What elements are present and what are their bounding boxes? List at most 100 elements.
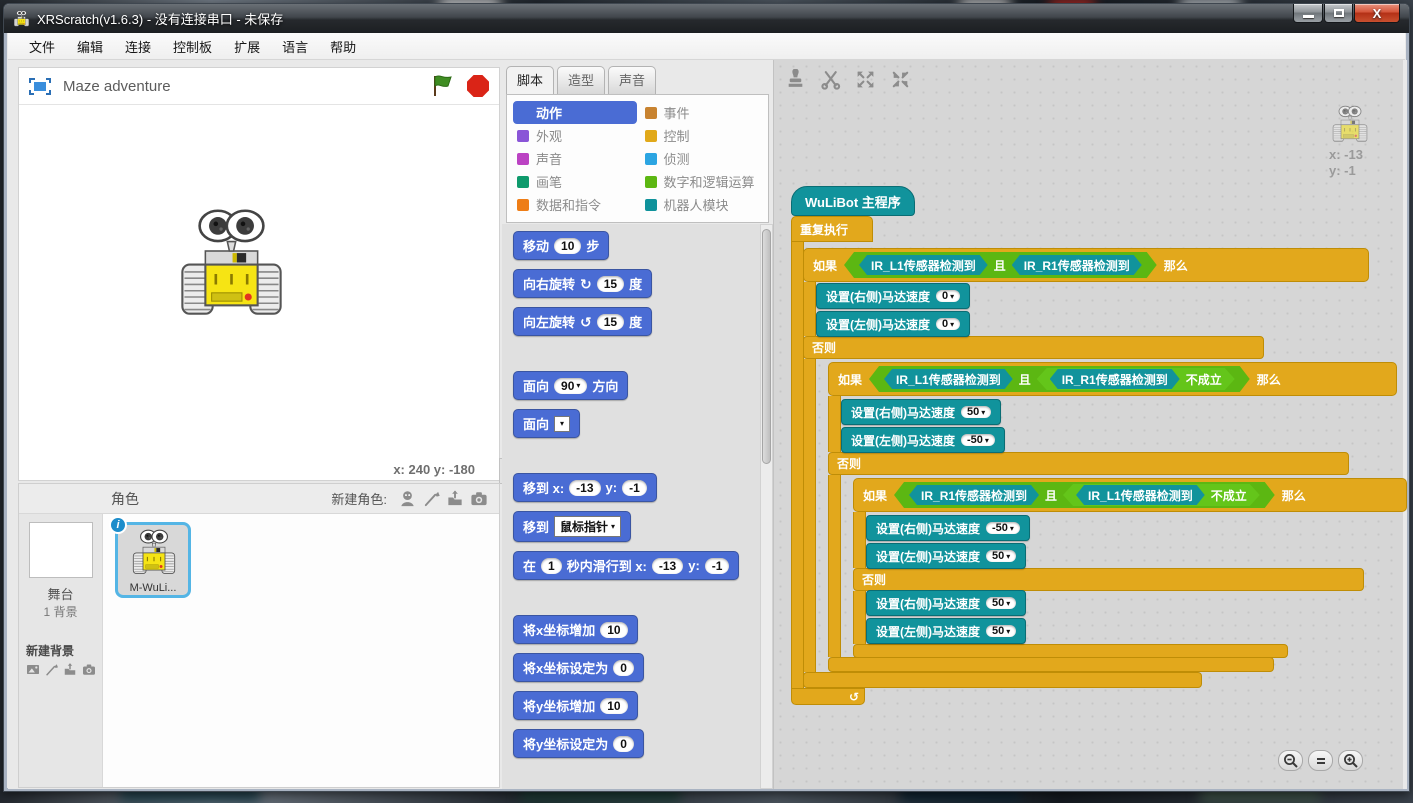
not-operator-2[interactable]: IR_R1传感器检测到 不成立 — [1037, 368, 1235, 390]
if-block-2-arm[interactable] — [828, 396, 841, 452]
script-area[interactable]: x: -13 y: -1 WuLiBot 主程序 重复执行 ↺ 如果 IR_L1… — [773, 60, 1403, 789]
sensor-block-ir-l1[interactable]: IR_L1传感器检测到 — [884, 369, 1013, 389]
if-block-2-arm2[interactable] — [828, 475, 841, 657]
if-block-3-else-bar[interactable]: 否则 — [853, 568, 1364, 591]
palette-scrollbar-thumb[interactable] — [762, 229, 771, 464]
sprite-thumbnail-selected[interactable]: i M-WuLi... — [115, 522, 191, 598]
palette-block[interactable]: 将x坐标增加10 — [513, 615, 638, 644]
category-item[interactable]: 数字和逻辑运算 — [641, 170, 765, 193]
number-input[interactable]: 10 — [554, 238, 581, 254]
number-input[interactable]: -13 — [652, 558, 683, 574]
forever-block-header[interactable]: 重复执行 — [791, 216, 873, 242]
zoom-in-button[interactable] — [1338, 750, 1363, 771]
category-item[interactable]: 外观 — [513, 124, 637, 147]
menu-item[interactable]: 编辑 — [66, 33, 114, 60]
if-block-3-arm2[interactable] — [853, 591, 866, 644]
grow-icon[interactable] — [854, 68, 876, 90]
stage-sprite-robot[interactable] — [179, 205, 284, 320]
stamp-icon[interactable] — [784, 68, 806, 90]
number-input[interactable]: -13 — [569, 480, 600, 496]
dropdown-menu-input[interactable]: ▾ — [554, 416, 570, 432]
dropdown-input[interactable]: 90▾ — [554, 378, 587, 394]
if-block-1-arm2[interactable] — [803, 359, 816, 672]
stop-button[interactable] — [467, 75, 489, 97]
sensor-block-ir-l1[interactable]: IR_L1传感器检测到 — [1076, 485, 1205, 505]
category-item[interactable]: 事件 — [641, 101, 765, 124]
menu-item[interactable]: 语言 — [271, 33, 319, 60]
if-block-3-close-bar[interactable] — [853, 644, 1288, 658]
motor-block[interactable]: 设置(右侧)马达速度0▾ — [816, 283, 970, 309]
palette-block[interactable]: 移到 x:-13y:-1 — [513, 473, 657, 502]
if-block-3-arm[interactable] — [853, 512, 866, 568]
motor-block[interactable]: 设置(右侧)马达速度-50▾ — [866, 515, 1030, 541]
palette-block[interactable]: 将y坐标增加10 — [513, 691, 638, 720]
if-block-2-close-bar[interactable] — [828, 657, 1274, 672]
number-input[interactable]: 0 — [613, 660, 634, 676]
category-item[interactable]: 声音 — [513, 147, 637, 170]
palette-block[interactable]: 向右旋转↻15度 — [513, 269, 652, 298]
backdrop-library-button[interactable] — [25, 662, 41, 680]
category-item[interactable]: 控制 — [641, 124, 765, 147]
maximize-button[interactable] — [1324, 4, 1353, 23]
number-input[interactable]: -1 — [622, 480, 647, 496]
sensor-block-ir-r1[interactable]: IR_R1传感器检测到 — [909, 485, 1039, 505]
menu-item[interactable]: 控制板 — [162, 33, 223, 60]
palette-block[interactable]: 将x坐标设定为0 — [513, 653, 644, 682]
upload-sprite-button[interactable] — [443, 488, 467, 510]
paint-new-sprite-button[interactable] — [419, 488, 443, 510]
and-operator-1[interactable]: IR_L1传感器检测到 且 IR_R1传感器检测到 — [844, 252, 1157, 278]
palette-block[interactable]: 面向90▾方向 — [513, 371, 628, 400]
dropdown-menu-input[interactable]: 鼠标指针▾ — [554, 516, 621, 537]
stage-canvas[interactable] — [19, 105, 499, 462]
if-block-1-close-bar[interactable] — [803, 672, 1202, 688]
palette-block[interactable]: 在1秒内滑行到 x:-13y:-1 — [513, 551, 739, 580]
upload-backdrop-button[interactable] — [62, 662, 78, 680]
number-input[interactable]: 0 — [613, 736, 634, 752]
category-item[interactable]: 数据和指令 — [513, 193, 637, 216]
close-button[interactable]: X — [1354, 4, 1400, 23]
scissors-icon[interactable] — [819, 68, 841, 90]
if-block-1-arm[interactable] — [803, 282, 816, 336]
motor-block[interactable]: 设置(右侧)马达速度50▾ — [866, 590, 1026, 616]
if-block-2-header[interactable]: 如果 IR_L1传感器检测到 且 IR_R1传感器检测到 不成立 那么 — [828, 362, 1397, 396]
paint-backdrop-button[interactable] — [44, 662, 59, 680]
motor-block[interactable]: 设置(左侧)马达速度50▾ — [866, 543, 1026, 569]
tab-costumes[interactable]: 造型 — [557, 66, 605, 94]
hat-block-wulibot-main[interactable]: WuLiBot 主程序 — [791, 186, 915, 216]
palette-block[interactable]: 向左旋转↺15度 — [513, 307, 652, 336]
fullscreen-icon[interactable] — [29, 78, 51, 95]
number-input[interactable]: 10 — [600, 698, 627, 714]
palette-block[interactable]: 将y坐标设定为0 — [513, 729, 644, 758]
number-input[interactable]: 15 — [597, 314, 624, 330]
if-block-3-header[interactable]: 如果 IR_R1传感器检测到 且 IR_L1传感器检测到 不成立 那么 — [853, 478, 1407, 512]
number-input[interactable]: -1 — [705, 558, 730, 574]
forever-block-bottom[interactable]: ↺ — [791, 688, 865, 705]
motor-block[interactable]: 设置(左侧)马达速度-50▾ — [841, 427, 1005, 453]
new-sprite-library-button[interactable] — [395, 488, 419, 510]
if-block-1-header[interactable]: 如果 IR_L1传感器检测到 且 IR_R1传感器检测到 那么 — [803, 248, 1369, 282]
number-input[interactable]: 15 — [597, 276, 624, 292]
tab-scripts[interactable]: 脚本 — [506, 66, 554, 94]
palette-block[interactable]: 移动10步 — [513, 231, 609, 260]
menu-item[interactable]: 帮助 — [319, 33, 367, 60]
category-item[interactable]: 动作 — [513, 101, 637, 124]
if-block-1-else-bar[interactable]: 否则 — [803, 336, 1264, 359]
and-operator-2[interactable]: IR_L1传感器检测到 且 IR_R1传感器检测到 不成立 — [869, 366, 1250, 392]
sprite-info-icon[interactable]: i — [109, 516, 127, 534]
sensor-block-ir-r1[interactable]: IR_R1传感器检测到 — [1050, 369, 1180, 389]
minimize-button[interactable] — [1293, 4, 1323, 23]
motor-block[interactable]: 设置(左侧)马达速度50▾ — [866, 618, 1026, 644]
zoom-out-button[interactable] — [1278, 750, 1303, 771]
shrink-icon[interactable] — [889, 68, 911, 90]
title-bar[interactable]: XRScratch(v1.6.3) - 没有连接串口 - 未保存 X — [4, 4, 1409, 33]
number-input[interactable]: 1 — [541, 558, 562, 574]
sensor-block-ir-r1[interactable]: IR_R1传感器检测到 — [1012, 255, 1142, 275]
not-operator-3[interactable]: IR_L1传感器检测到 不成立 — [1063, 484, 1260, 506]
green-flag-button[interactable] — [431, 74, 455, 98]
stage-thumbnail[interactable] — [29, 522, 93, 578]
category-item[interactable]: 画笔 — [513, 170, 637, 193]
number-input[interactable]: 10 — [600, 622, 627, 638]
zoom-reset-button[interactable] — [1308, 750, 1333, 771]
category-item[interactable]: 侦测 — [641, 147, 765, 170]
menu-item[interactable]: 扩展 — [223, 33, 271, 60]
